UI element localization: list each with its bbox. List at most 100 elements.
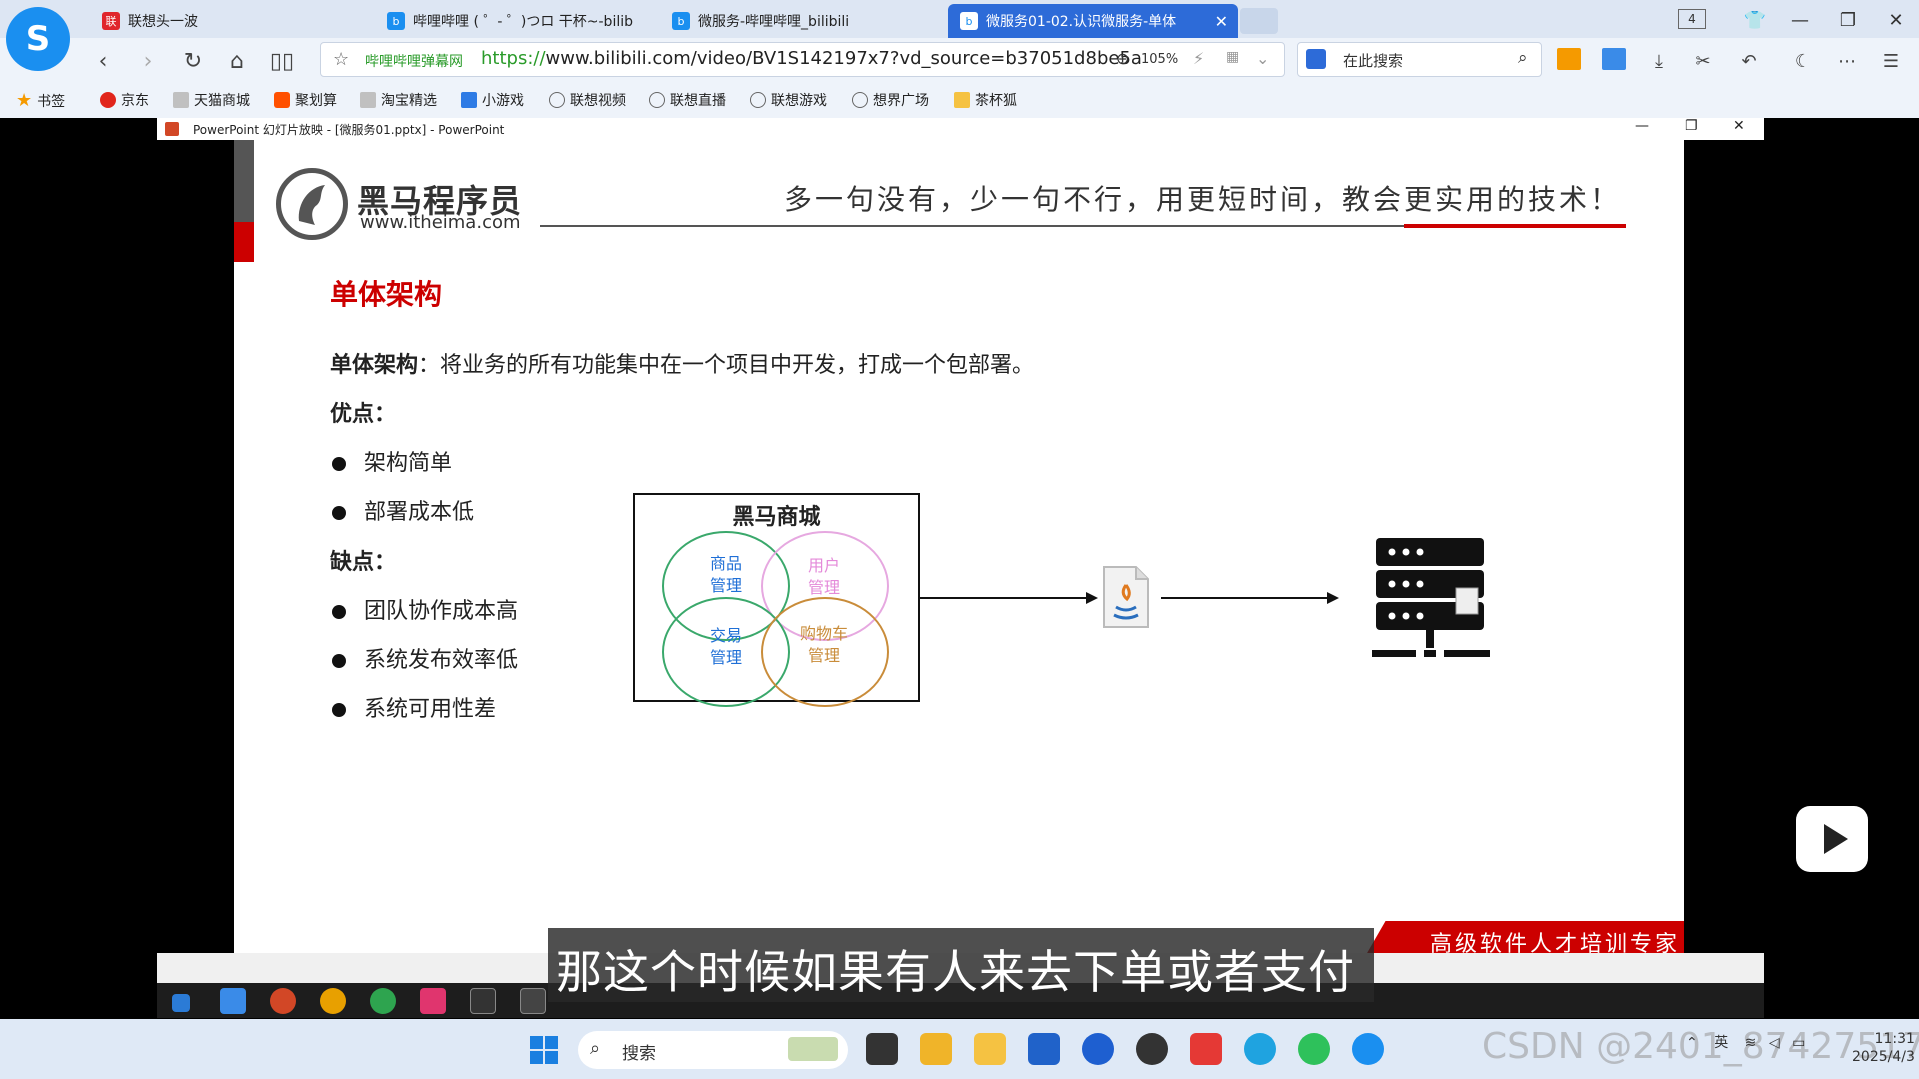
bookmark-item[interactable]: 想界广场 xyxy=(852,90,929,110)
panda-app-icon[interactable] xyxy=(1136,1033,1168,1065)
chevron-down-icon[interactable]: ⌄ xyxy=(1256,49,1269,68)
tab-bilibili-home[interactable]: b 哔哩哔哩 ( ゜- ゜)つロ 干杯~-bilib xyxy=(375,4,645,38)
battery-icon[interactable]: ▭ xyxy=(1792,1035,1805,1051)
globe-icon xyxy=(549,92,565,108)
baidu-icon[interactable] xyxy=(1306,49,1326,69)
ppt-restore-icon[interactable]: ❐ xyxy=(1685,118,1698,134)
arrow-to-server xyxy=(1161,597,1333,599)
new-tab-button[interactable] xyxy=(1240,8,1278,34)
ppt-window-title: PowerPoint 幻灯片放映 - [微服务01.pptx] - PowerP… xyxy=(193,123,505,137)
bookmark-item[interactable]: ★ 书签 xyxy=(16,90,65,111)
slide[interactable]: 黑马程序员 www.itheima.com 多一句没有，少一句不行，用更短时间，… xyxy=(234,140,1684,953)
store-icon[interactable] xyxy=(1028,1033,1060,1065)
windows-logo-icon[interactable] xyxy=(530,1036,558,1064)
hs-app-icon[interactable] xyxy=(370,988,396,1014)
bilibili-icon: b xyxy=(387,12,405,30)
bilibili-play-icon[interactable] xyxy=(1796,804,1868,872)
lenovo-browser-logo-icon[interactable]: S xyxy=(6,7,70,71)
ppt-minimize-icon[interactable]: — xyxy=(1635,118,1649,134)
send-icon[interactable] xyxy=(1602,48,1626,70)
wps-icon[interactable] xyxy=(1190,1033,1222,1065)
scissors-icon[interactable]: ✂ xyxy=(1688,46,1718,76)
zoom-icon: ⊕ xyxy=(1116,49,1130,68)
con-item: 系统可用性差 xyxy=(364,697,497,722)
tab-lenovo-news[interactable]: 联 联想头一波 xyxy=(90,4,370,38)
bilibili-icon: b xyxy=(960,12,978,30)
zoom-level[interactable]: 105% xyxy=(1141,52,1178,67)
file-explorer-icon[interactable] xyxy=(974,1033,1006,1065)
system-tray[interactable]: ⌃ 英 ≋ ◁ ▭ xyxy=(1686,1032,1805,1052)
qrcode-icon[interactable]: ▦ xyxy=(1226,49,1239,65)
download-icon[interactable]: ⤓ xyxy=(1644,46,1674,76)
idea-icon[interactable] xyxy=(420,988,446,1014)
bookmark-item[interactable]: 聚划算 xyxy=(274,90,337,110)
moon-icon[interactable]: ☾ xyxy=(1788,46,1818,76)
close-window-icon[interactable]: ✕ xyxy=(1876,6,1916,34)
forward-icon[interactable]: › xyxy=(133,46,163,76)
task-view-icon[interactable] xyxy=(866,1033,898,1065)
monolith-app-box: 黑马商城 商品 管理 用户 管理 交易 管理 购物车 管理 xyxy=(633,493,920,707)
tab-active-video[interactable]: b 微服务01-02.认识微服务-单体 ✕ xyxy=(948,4,1238,38)
address-bar[interactable]: ☆ 哔哩哔哩弹幕网 https://www.bilibili.com/video… xyxy=(320,42,1285,77)
search-input[interactable]: 在此搜索 xyxy=(1343,50,1403,71)
slide-decor-red xyxy=(234,222,254,262)
powerpoint-app-icon[interactable] xyxy=(270,988,296,1014)
app-tile-icon[interactable] xyxy=(920,1033,952,1065)
taskbar-search[interactable]: ⌕ 搜索 xyxy=(578,1031,848,1069)
edge-icon[interactable] xyxy=(1244,1033,1276,1065)
con-item: 系统发布效率低 xyxy=(364,648,519,673)
back-icon[interactable]: ‹ xyxy=(88,46,118,76)
lenovo-app-icon[interactable] xyxy=(1082,1033,1114,1065)
tab-count-badge[interactable]: 4 xyxy=(1678,9,1706,29)
site-name: 哔哩哔哩弹幕网 xyxy=(365,54,463,70)
home-icon[interactable]: ⌂ xyxy=(222,46,252,76)
bookmark-item[interactable]: 茶杯狐 xyxy=(954,90,1017,110)
tab-bilibili-microservice[interactable]: b 微服务-哔哩哔哩_bilibili xyxy=(660,4,935,38)
bookmark-item[interactable]: 淘宝精选 xyxy=(360,90,437,110)
restore-icon[interactable]: ❐ xyxy=(1828,6,1868,34)
slide-decor-bar xyxy=(234,140,254,222)
bookmark-item[interactable]: 联想游戏 xyxy=(750,90,827,110)
bookmark-item[interactable]: 天猫商城 xyxy=(173,90,250,110)
bullet-icon xyxy=(332,654,346,668)
refresh-icon[interactable]: ↻ xyxy=(178,46,208,76)
bookmark-item[interactable]: 京东 xyxy=(100,90,149,110)
url-text[interactable]: https://www.bilibili.com/video/BV1S14219… xyxy=(481,48,1142,69)
reader-icon[interactable]: ▯▯ xyxy=(267,46,297,76)
search-box[interactable]: 在此搜索 ⌕ xyxy=(1297,42,1542,77)
ppt-close-icon[interactable]: ✕ xyxy=(1733,118,1745,134)
jd-icon xyxy=(100,92,116,108)
bilibili-icon: b xyxy=(672,12,690,30)
cons-heading: 缺点： xyxy=(330,550,397,575)
chevron-up-icon[interactable]: ⌃ xyxy=(1686,1035,1698,1051)
bookmark-item[interactable]: 联想直播 xyxy=(649,90,726,110)
wechat-icon[interactable] xyxy=(1298,1033,1330,1065)
bullet-icon xyxy=(332,506,346,520)
search-icon[interactable]: ⌕ xyxy=(1518,48,1528,68)
taobao-icon xyxy=(360,92,376,108)
terminal-icon[interactable] xyxy=(470,988,496,1014)
bookmark-item[interactable]: 小游戏 xyxy=(461,90,524,110)
menu-icon[interactable]: ☰ xyxy=(1876,46,1906,76)
skin-icon[interactable]: 👕 xyxy=(1735,6,1775,34)
input-language[interactable]: 英 xyxy=(1714,1035,1728,1051)
volume-icon[interactable]: ◁ xyxy=(1769,1035,1780,1051)
star-bookmark-icon[interactable]: ☆ xyxy=(333,49,349,70)
extension-orange-icon[interactable] xyxy=(1557,48,1581,70)
windows-start-icon[interactable] xyxy=(172,994,190,1012)
lightning-icon[interactable]: ⚡ xyxy=(1193,49,1204,68)
minimize-icon[interactable]: — xyxy=(1780,6,1820,34)
globe-icon xyxy=(649,92,665,108)
undo-icon[interactable]: ↶ xyxy=(1734,46,1764,76)
taskbar-clock[interactable]: 11:31 2025/4/3 xyxy=(1852,1030,1915,1066)
more-icon[interactable]: ⋯ xyxy=(1832,46,1862,76)
brand-url: www.itheima.com xyxy=(360,212,521,233)
close-tab-icon[interactable]: ✕ xyxy=(1215,12,1228,31)
screen-tool-icon[interactable] xyxy=(520,988,546,1014)
game-icon xyxy=(461,92,477,108)
wifi-icon[interactable]: ≋ xyxy=(1745,1035,1757,1051)
lenovo-browser-taskbar-icon[interactable] xyxy=(1352,1033,1384,1065)
explorer-icon[interactable] xyxy=(220,988,246,1014)
chrome-icon[interactable] xyxy=(320,988,346,1014)
bookmark-item[interactable]: 联想视频 xyxy=(549,90,626,110)
